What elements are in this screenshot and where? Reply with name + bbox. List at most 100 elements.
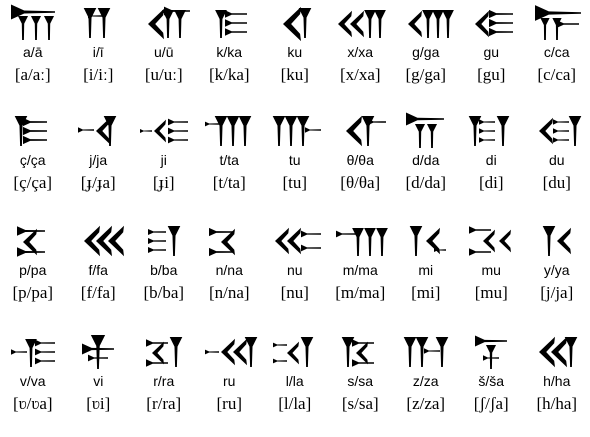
sign-ipa: [x/xa] bbox=[339, 65, 381, 84]
sign-transliteration: f/fa bbox=[88, 262, 108, 278]
sign-transliteration: s/sa bbox=[347, 373, 374, 389]
sign-transliteration: x/xa bbox=[347, 44, 374, 60]
sign-cell: a/ā [a/aː] bbox=[0, 0, 66, 108]
sign-cell: di [di] bbox=[459, 108, 525, 218]
sign-cell: nu [nu] bbox=[262, 218, 328, 329]
sign-transliteration: nu bbox=[286, 262, 303, 278]
cuneiform-ta-icon bbox=[197, 108, 263, 154]
sign-cell: vi [ʋi] bbox=[66, 329, 132, 437]
cuneiform-la-icon bbox=[262, 329, 328, 375]
sign-transliteration: l/la bbox=[285, 373, 304, 389]
sign-ipa: [n/na] bbox=[208, 283, 250, 302]
sign-cell: gu [gu] bbox=[459, 0, 525, 108]
cuneiform-mi-icon bbox=[393, 218, 459, 264]
sign-cell: ru [ru] bbox=[197, 329, 263, 437]
cuneiform-sa-icon bbox=[328, 329, 394, 375]
sign-ipa: [d/da] bbox=[405, 173, 447, 192]
sign-cell: v/va [ʋ/ʋa] bbox=[0, 329, 66, 437]
sign-transliteration: ku bbox=[287, 44, 303, 60]
cuneiform-mu-icon bbox=[459, 218, 525, 264]
cuneiform-xa-icon bbox=[328, 0, 394, 46]
sign-ipa: [a/aː] bbox=[14, 65, 51, 84]
sign-ipa: [ɟ/ɟa] bbox=[80, 173, 116, 192]
sign-cell: p/pa [p/pa] bbox=[0, 218, 66, 329]
sign-ipa: [p/pa] bbox=[12, 283, 54, 302]
sign-cell: du [du] bbox=[524, 108, 590, 218]
sign-ipa: [du] bbox=[542, 173, 571, 192]
sign-ipa: [gu] bbox=[477, 65, 506, 84]
sign-transliteration: b/ba bbox=[150, 262, 178, 278]
sign-ipa: [j/ja] bbox=[540, 283, 574, 302]
sign-ipa: [z/za] bbox=[406, 394, 446, 413]
sign-cell: l/la [l/la] bbox=[262, 329, 328, 437]
sign-ipa: [mu] bbox=[474, 283, 508, 302]
sign-transliteration: r/ra bbox=[153, 373, 175, 389]
sign-transliteration: z/za bbox=[412, 373, 439, 389]
cuneiform-u-icon bbox=[131, 0, 197, 46]
sign-cell: z/za [z/za] bbox=[393, 329, 459, 437]
sign-transliteration: d/da bbox=[412, 152, 440, 168]
sign-cell: s/sa [s/sa] bbox=[328, 329, 394, 437]
cuneiform-za-icon bbox=[393, 329, 459, 375]
sign-cell: i/ī [i/iː] bbox=[66, 0, 132, 108]
sign-ipa: [r/ra] bbox=[146, 394, 182, 413]
sign-transliteration: vi bbox=[93, 373, 104, 389]
sign-transliteration: ç/ça bbox=[19, 152, 46, 168]
sign-cell: mu [mu] bbox=[459, 218, 525, 329]
sign-ipa: [m/ma] bbox=[335, 283, 386, 302]
cuneiform-va-icon bbox=[0, 329, 66, 375]
cuneiform-ha-icon bbox=[524, 329, 590, 375]
sign-ipa: [f/fa] bbox=[80, 283, 116, 302]
cuneiform-tha-icon bbox=[328, 108, 394, 154]
sign-ipa: [g/ga] bbox=[405, 65, 447, 84]
sign-transliteration: gu bbox=[483, 44, 500, 60]
sign-transliteration: n/na bbox=[215, 262, 243, 278]
sign-ipa: [ʃ/ʃa] bbox=[473, 394, 509, 413]
sign-ipa: [ʋi] bbox=[86, 394, 111, 413]
sign-transliteration: š/ša bbox=[478, 373, 505, 389]
sign-ipa: [i/iː] bbox=[83, 65, 114, 84]
sign-transliteration: h/ha bbox=[543, 373, 571, 389]
cuneiform-pa-icon bbox=[0, 218, 66, 264]
sign-ipa: [t/ta] bbox=[212, 173, 246, 192]
cuneiform-gu-icon bbox=[459, 0, 525, 46]
sign-cell: m/ma [m/ma] bbox=[328, 218, 394, 329]
sign-transliteration: a/ā bbox=[23, 44, 43, 60]
sign-ipa: [u/uː] bbox=[144, 65, 183, 84]
sign-transliteration: p/pa bbox=[19, 262, 47, 278]
cuneiform-ku-icon bbox=[262, 0, 328, 46]
cuneiform-ji-icon bbox=[131, 108, 197, 154]
cuneiform-fa-icon bbox=[66, 218, 132, 264]
sign-ipa: [s/sa] bbox=[341, 394, 379, 413]
sign-cell: f/fa [f/fa] bbox=[66, 218, 132, 329]
sign-transliteration: m/ma bbox=[342, 262, 378, 278]
sign-transliteration: di bbox=[485, 152, 497, 168]
cuneiform-du-icon bbox=[524, 108, 590, 154]
sign-cell: r/ra [r/ra] bbox=[131, 329, 197, 437]
sign-transliteration: ru bbox=[223, 373, 236, 389]
sign-transliteration: θ/θa bbox=[346, 152, 374, 168]
sign-transliteration: g/ga bbox=[412, 44, 440, 60]
sign-transliteration: mu bbox=[481, 262, 501, 278]
cuneiform-ma-icon bbox=[328, 218, 394, 264]
sign-ipa: [ç/ça] bbox=[13, 173, 53, 192]
sign-ipa: [ʋ/ʋa] bbox=[12, 394, 53, 413]
sign-ipa: [θ/θa] bbox=[340, 173, 381, 192]
sign-cell: x/xa [x/xa] bbox=[328, 0, 394, 108]
sign-cell: b/ba [b/ba] bbox=[131, 218, 197, 329]
cuneiform-tu-icon bbox=[262, 108, 328, 154]
sign-cell: d/da [d/da] bbox=[393, 108, 459, 218]
cuneiform-ru-icon bbox=[197, 329, 263, 375]
sign-transliteration: j/ja bbox=[89, 152, 108, 168]
cuneiform-a-icon bbox=[0, 0, 66, 46]
sign-cell: ji [ɟi] bbox=[131, 108, 197, 218]
cuneiform-ya-icon bbox=[524, 218, 590, 264]
cuneiform-ka-icon bbox=[197, 0, 263, 46]
sign-cell: k/ka [k/ka] bbox=[197, 0, 263, 108]
cuneiform-na-icon bbox=[197, 218, 263, 264]
sign-ipa: [di] bbox=[478, 173, 504, 192]
sign-ipa: [c/ca] bbox=[537, 65, 577, 84]
sign-ipa: [nu] bbox=[280, 283, 309, 302]
sign-ipa: [ru] bbox=[216, 394, 242, 413]
sign-cell: ku [ku] bbox=[262, 0, 328, 108]
